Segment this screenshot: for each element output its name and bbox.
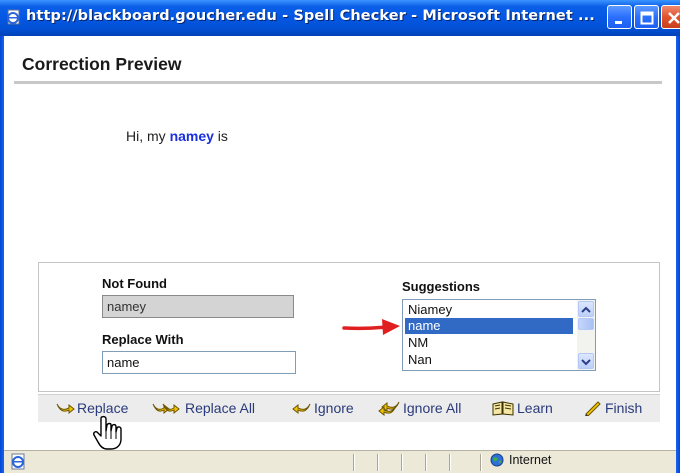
status-separator [377, 454, 379, 471]
heading-divider [14, 81, 662, 84]
finish-icon [585, 401, 601, 416]
replace-with-input[interactable]: name [102, 351, 296, 374]
ignore-all-button[interactable]: Ignore All [377, 398, 461, 418]
status-separator [401, 454, 403, 471]
preview-text-before: Hi, my [126, 128, 170, 144]
scroll-down-button[interactable] [578, 353, 594, 369]
status-separator [480, 454, 482, 471]
chevron-down-icon [581, 359, 591, 366]
suggestion-item-selected[interactable]: name [405, 318, 573, 334]
globe-icon [490, 453, 504, 467]
replace-all-label: Replace All [185, 400, 256, 416]
status-bar [4, 450, 676, 473]
ignore-all-label: Ignore All [403, 400, 462, 416]
suggestions-label: Suggestions [402, 279, 481, 294]
replace-all-button[interactable]: Replace All [151, 398, 255, 418]
suggestion-item[interactable]: Nan [405, 352, 573, 368]
status-separator [425, 454, 427, 471]
window-titlebar[interactable]: http://blackboard.goucher.edu - Spell Ch… [0, 0, 680, 36]
replace-all-icon [152, 403, 180, 415]
ie-page-icon [6, 9, 22, 25]
zone-label: Internet [509, 453, 552, 467]
scroll-up-button[interactable] [578, 301, 594, 317]
correction-preview: Hi, my namey is [126, 128, 228, 144]
suggestions-listbox[interactable]: Niamey name NM Nan [402, 299, 596, 371]
maximize-button[interactable] [634, 5, 659, 29]
maximize-icon [640, 11, 654, 25]
security-zone: Internet [490, 453, 551, 467]
replace-label: Replace [77, 400, 129, 416]
status-separator [449, 454, 451, 471]
page-title: Correction Preview [22, 54, 182, 74]
scroll-thumb[interactable] [578, 318, 594, 330]
minimize-button[interactable] [607, 5, 632, 29]
status-separator [353, 454, 355, 471]
listbox-scrollbar[interactable] [577, 300, 595, 370]
window-title: http://blackboard.goucher.edu - Spell Ch… [26, 8, 595, 24]
finish-label: Finish [605, 400, 643, 416]
ignore-button[interactable]: Ignore [292, 398, 354, 418]
ie-page-icon [11, 453, 25, 470]
replace-icon [56, 403, 75, 415]
hand-cursor-icon [93, 415, 122, 450]
close-button[interactable] [661, 5, 680, 29]
suggestion-item[interactable]: NM [405, 335, 573, 351]
misspelled-word: namey [169, 128, 214, 144]
not-found-field: namey [102, 295, 294, 318]
chevron-up-icon [581, 306, 591, 313]
window-frame-right [676, 36, 680, 473]
window-frame-left [0, 36, 4, 473]
ignore-icon [292, 403, 311, 415]
red-arrow-annotation [342, 319, 400, 335]
ignore-label: Ignore [314, 400, 354, 416]
close-icon [668, 12, 680, 24]
minimize-icon [615, 21, 622, 24]
not-found-label: Not Found [102, 276, 167, 291]
learn-label: Learn [517, 400, 553, 416]
finish-button[interactable]: Finish [583, 398, 642, 418]
ignore-all-icon [378, 401, 400, 416]
replace-with-label: Replace With [102, 332, 184, 347]
learn-button[interactable]: Learn [491, 398, 553, 418]
suggestion-item[interactable]: Niamey [405, 302, 573, 318]
preview-text-after: is [213, 128, 228, 144]
learn-icon [492, 401, 514, 416]
